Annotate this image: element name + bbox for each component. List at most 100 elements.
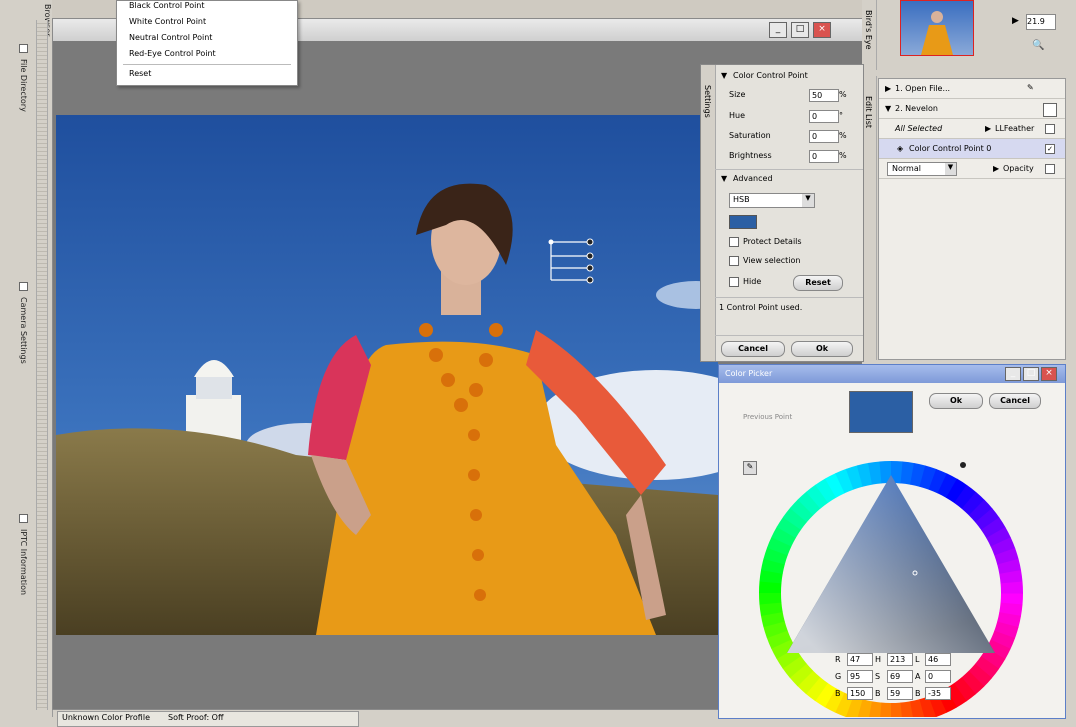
control-point-menu: Black Control Point White Control Point … (116, 0, 298, 86)
expand-arrow-icon[interactable]: ▶ (885, 84, 891, 93)
size-input[interactable]: 50 (809, 89, 839, 102)
cancel-button[interactable]: Cancel (721, 341, 785, 357)
pencil-icon[interactable]: ✎ (1027, 83, 1034, 92)
feather-checkbox[interactable] (1045, 124, 1055, 134)
menu-item-white-control-point[interactable]: White Control Point (129, 17, 206, 26)
divider (715, 169, 863, 170)
control-point-sliders-icon (548, 238, 594, 284)
photo-image (56, 115, 718, 635)
color-control-point-title: Color Control Point (733, 71, 808, 80)
expand-arrow-icon[interactable]: ▶ (993, 164, 999, 173)
color-swatch[interactable] (729, 215, 757, 229)
zoom-pointer-icon: ▶ (1012, 16, 1019, 26)
collapse-arrow-icon[interactable]: ▼ (885, 104, 891, 113)
tab-file-directory[interactable]: File Directory (12, 44, 28, 112)
panel-splitter[interactable] (36, 20, 48, 710)
edit-step-open-file[interactable]: ▶ 1. Open File... ✎ (879, 79, 1065, 99)
saturation-unit: % (839, 131, 847, 140)
menu-item-black-control-point[interactable]: Black Control Point (129, 1, 205, 10)
edit-step-nevelon[interactable]: ▼ 2. Nevelon (879, 99, 1065, 119)
birds-eye-thumbnail[interactable] (900, 0, 974, 56)
lab-b-input[interactable]: -35 (925, 687, 951, 700)
picker-minimize-button[interactable]: _ (1005, 367, 1021, 381)
opacity-checkbox[interactable] (1045, 164, 1055, 174)
photo-canvas[interactable] (56, 115, 718, 635)
hue-label: Hue (729, 111, 746, 120)
step-toggle-checkbox[interactable] (1043, 103, 1057, 117)
picker-maximize-button[interactable]: □ (1023, 367, 1039, 381)
edit-row-all-selected[interactable]: All Selected ▶ LLFeather (879, 119, 1065, 139)
color-picker-dialog: Color Picker _ □ × Previous Point Ok Can… (718, 364, 1066, 719)
menu-item-red-eye-control-point[interactable]: Red-Eye Control Point (129, 49, 216, 58)
a-input[interactable]: 0 (925, 670, 951, 683)
previous-point-label: Previous Point (743, 413, 793, 421)
protect-details-label: Protect Details (743, 237, 802, 246)
tab-checkbox[interactable] (18, 44, 28, 53)
divider (715, 335, 863, 336)
maximize-button[interactable]: □ (791, 22, 809, 38)
menu-item-reset[interactable]: Reset (129, 69, 151, 78)
picker-cancel-button[interactable]: Cancel (989, 393, 1041, 409)
current-color-swatch (849, 391, 913, 433)
collapse-arrow-icon[interactable]: ▼ (721, 71, 727, 80)
brightness-unit: % (839, 151, 847, 160)
protect-details-checkbox[interactable] (729, 237, 739, 247)
zoom-input[interactable]: 21.9 (1026, 14, 1056, 30)
view-selection-checkbox[interactable] (729, 256, 739, 266)
saturation-input[interactable]: 0 (809, 130, 839, 143)
edit-list-panel: ▶ 1. Open File... ✎ ▼ 2. Nevelon All Sel… (878, 78, 1066, 360)
expand-arrow-icon[interactable]: ▶ (985, 124, 991, 133)
soft-proof-label[interactable]: Soft Proof: Off (168, 713, 224, 722)
hue-marker[interactable] (960, 462, 966, 468)
menu-separator (123, 64, 291, 65)
chevron-down-icon: ▼ (945, 163, 956, 175)
menu-item-neutral-control-point[interactable]: Neutral Control Point (129, 33, 212, 42)
settings-side-tab[interactable]: Settings (701, 65, 716, 361)
brightness-b-input[interactable]: 59 (887, 687, 913, 700)
h-input[interactable]: 213 (887, 653, 913, 666)
g-input[interactable]: 95 (847, 670, 873, 683)
close-button[interactable]: × (813, 22, 831, 38)
picker-close-button[interactable]: × (1041, 367, 1057, 381)
hue-segment[interactable] (1000, 581, 1023, 594)
brightness-label: Brightness (729, 151, 772, 160)
edit-list-side-tab[interactable]: Edit List (862, 76, 877, 360)
l-input[interactable]: 46 (925, 653, 951, 666)
size-label: Size (729, 90, 746, 99)
hue-input[interactable]: 0 (809, 110, 839, 123)
lab-b-label: B (915, 689, 921, 698)
control-point-checkbox[interactable]: ✓ (1045, 144, 1055, 154)
g-label: G (835, 672, 842, 681)
hue-segment[interactable] (890, 702, 902, 717)
edit-row-color-control-point[interactable]: ◈ Color Control Point 0 ✓ (879, 139, 1065, 159)
left-panel-strip: Browser File Directory Camera Settings I… (0, 0, 53, 717)
control-point-status: 1 Control Point used. (719, 303, 803, 312)
blend-mode-select[interactable]: Normal ▼ (887, 162, 957, 176)
reset-button[interactable]: Reset (793, 275, 843, 291)
tab-checkbox[interactable] (18, 514, 28, 523)
tab-iptc-information[interactable]: IPTC Information (12, 514, 28, 595)
mode-select[interactable]: HSB ▼ (729, 193, 815, 208)
a-label: A (915, 672, 921, 681)
advanced-collapse-icon[interactable]: ▼ (721, 174, 727, 183)
r-label: R (835, 655, 841, 664)
size-unit: % (839, 90, 847, 99)
tab-checkbox[interactable] (18, 282, 28, 291)
ok-button[interactable]: Ok (791, 341, 853, 357)
zoom-magnifier-icon[interactable]: 🔍 (1032, 40, 1044, 51)
s-input[interactable]: 69 (887, 670, 913, 683)
r-input[interactable]: 47 (847, 653, 873, 666)
hide-label: Hide (743, 277, 762, 286)
divider (715, 297, 863, 298)
birds-eye-side-tab[interactable]: Bird's Eye (862, 0, 877, 70)
hide-checkbox[interactable] (729, 277, 739, 287)
brightness-input[interactable]: 0 (809, 150, 839, 163)
edit-row-blend: Normal ▼ ▶ Opacity (879, 159, 1065, 179)
minimize-button[interactable]: _ (769, 22, 787, 38)
hue-segment[interactable] (759, 592, 782, 605)
picker-ok-button[interactable]: Ok (929, 393, 983, 409)
chevron-down-icon: ▼ (802, 194, 814, 207)
color-control-point[interactable] (546, 237, 596, 285)
b-input[interactable]: 150 (847, 687, 873, 700)
tab-camera-settings[interactable]: Camera Settings (12, 282, 28, 364)
